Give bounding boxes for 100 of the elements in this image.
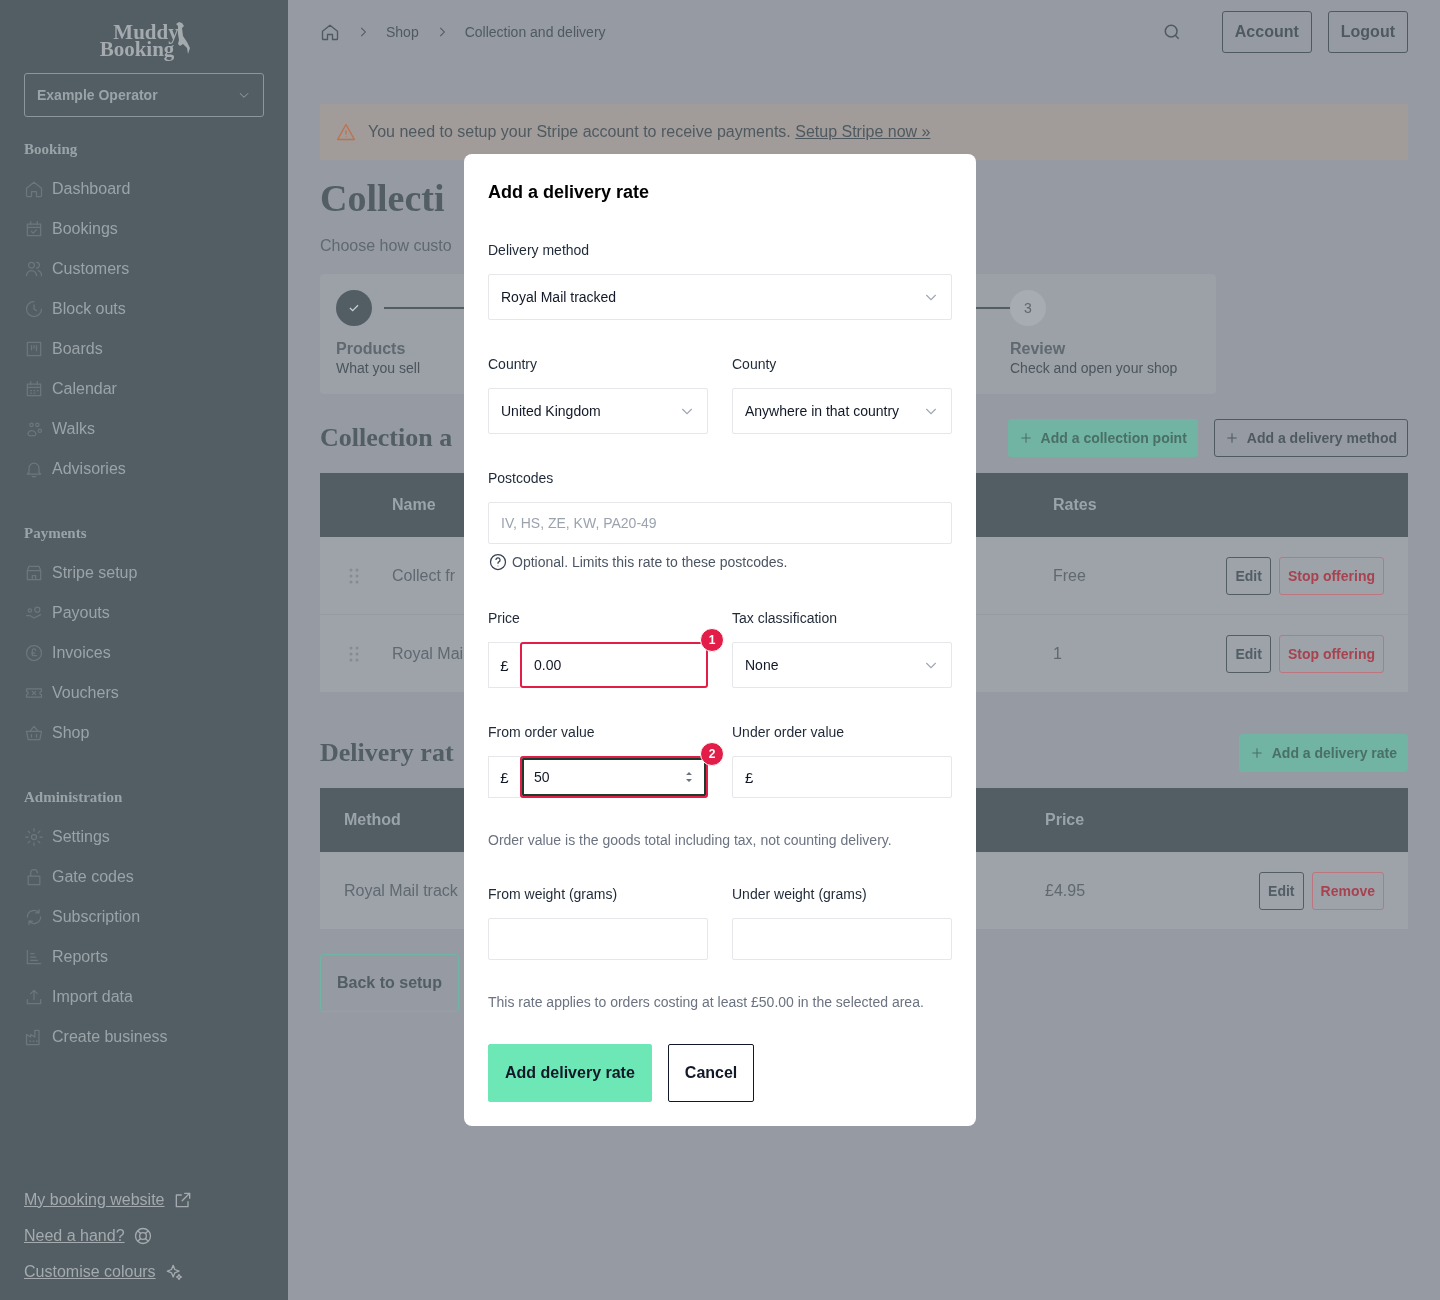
refresh-icon (24, 907, 44, 927)
sidebar-item[interactable]: Import data (24, 977, 264, 1017)
sidebar-item[interactable]: Bookings (24, 209, 264, 249)
sidebar-item[interactable]: Dashboard (24, 169, 264, 209)
dialog-button[interactable]: Cancel (667, 1044, 755, 1102)
sidebar-item[interactable]: Gate codes (24, 857, 264, 897)
column-header: Name (392, 496, 436, 514)
basket-icon (24, 723, 44, 743)
field-label: Under order value (732, 723, 846, 742)
dropdown-select[interactable]: United Kingdom (488, 388, 708, 434)
row-action-button[interactable]: Remove (1311, 871, 1384, 910)
column-header: Method (344, 811, 401, 829)
column-header: Price (1045, 811, 1085, 829)
field-label: Under weight (grams) (732, 885, 868, 904)
header-button[interactable]: Logout (1327, 11, 1408, 53)
table-cell: Free (1053, 566, 1086, 585)
upload-icon (24, 987, 44, 1007)
sidebar-item[interactable]: Create business (24, 1017, 264, 1057)
board-icon (24, 339, 44, 359)
sidebar-item[interactable]: Boards (24, 329, 264, 369)
hint-text: Optional. Limits this rate to these postcodes. (512, 553, 788, 572)
row-action-button[interactable]: Stop offering (1278, 556, 1384, 595)
table-cell: £4.95 (1045, 881, 1086, 900)
field-label: Country (488, 355, 539, 374)
footer-link[interactable]: My booking website (24, 1191, 165, 1209)
table-cell: Collect fr (392, 566, 456, 585)
calendar-icon (24, 219, 44, 239)
footer-link[interactable]: Customise colours (24, 1263, 156, 1281)
sidebar-item[interactable]: Advisories (24, 449, 264, 489)
dropdown-select[interactable]: Anywhere in that country (732, 388, 952, 434)
drag-handle-icon[interactable] (349, 645, 359, 662)
sidebar-item[interactable]: Payouts (24, 593, 264, 633)
delivery-method-select[interactable]: Royal Mail tracked (488, 274, 952, 320)
header-button[interactable]: Account (1221, 11, 1312, 53)
plus-icon (1249, 746, 1264, 760)
order-value-field[interactable]: £ (732, 756, 952, 798)
dialog-button[interactable]: Add delivery rate (488, 1044, 652, 1102)
clock-icon (24, 299, 44, 319)
help-text: Order value is the goods total including tax, not counting delivery. (488, 831, 893, 850)
postcodes-field[interactable]: IV, HS, ZE, KW, PA20-49 (488, 502, 952, 544)
row-action-button[interactable]: Edit (1226, 556, 1271, 595)
sidebar-item[interactable]: Block outs (24, 289, 264, 329)
calendar-icon (24, 379, 44, 399)
sidebar-item[interactable]: Settings (24, 817, 264, 857)
step-title: Products (336, 340, 406, 358)
plus-icon (1224, 431, 1239, 445)
sidebar-item[interactable]: Stripe setup (24, 553, 264, 593)
lifebuoy-icon (132, 1226, 153, 1246)
add-button[interactable]: Add a collection point (1007, 419, 1198, 457)
section-title: Collection a (320, 423, 453, 453)
marker-badge: 1 (700, 628, 724, 652)
sidebar-item[interactable]: Reports (24, 937, 264, 977)
settings-icon (24, 827, 44, 847)
add-button[interactable]: Add a delivery rate (1238, 734, 1408, 772)
field-label: From order value (488, 723, 596, 742)
step-subtitle: What you sell (336, 360, 421, 376)
breadcrumb-link[interactable]: Shop (386, 24, 419, 40)
marker-badge: 2 (700, 742, 724, 766)
setup-link[interactable]: Setup Stripe now » (795, 123, 931, 140)
store-icon (24, 563, 44, 583)
field-label: Postcodes (488, 469, 555, 488)
house-icon (24, 179, 44, 199)
sidebar-item[interactable]: Customers (24, 249, 264, 289)
back-button[interactable]: Back to setup (320, 954, 459, 1012)
sidebar-item[interactable]: Subscription (24, 897, 264, 937)
summary-text: This rate applies to orders costing at least £50.00 in the selected area. (488, 993, 925, 1012)
home-icon[interactable] (320, 22, 340, 42)
drag-handle-icon[interactable] (349, 567, 359, 584)
price-field[interactable]: 0.00 (520, 642, 708, 688)
spinner-icon[interactable] (684, 769, 694, 785)
row-action-button[interactable]: Stop offering (1278, 634, 1384, 673)
footer-link[interactable]: Need a hand? (24, 1227, 125, 1245)
help-icon (488, 552, 508, 572)
sidebar-item[interactable]: Vouchers (24, 673, 264, 713)
sidebar-item[interactable]: Invoices (24, 633, 264, 673)
operator-select[interactable]: Example Operator (24, 73, 264, 117)
row-action-button[interactable]: Edit (1259, 871, 1304, 910)
tax-select[interactable]: None (732, 642, 952, 688)
plus-icon (1018, 431, 1033, 445)
weight-field[interactable] (732, 918, 952, 960)
field-label: County (732, 355, 778, 374)
add-button[interactable]: Add a delivery method (1213, 419, 1408, 457)
sidebar-item[interactable]: Shop (24, 713, 264, 753)
table-cell: Royal Mail track (344, 881, 458, 900)
people-icon (24, 259, 44, 279)
row-action-button[interactable]: Edit (1226, 634, 1271, 673)
column-header: Rates (1053, 496, 1097, 514)
step-number: 3 (1010, 290, 1046, 326)
table-cell: Royal Mai (392, 644, 464, 663)
weight-field[interactable] (488, 918, 708, 960)
sidebar-item[interactable]: Walks (24, 409, 264, 449)
warning-icon (336, 122, 356, 142)
modal-title: Add a delivery rate (488, 181, 651, 204)
section-heading: Booking (24, 140, 79, 159)
order-value-field[interactable]: 50 (520, 756, 708, 798)
breadcrumb-link[interactable]: Collection and delivery (464, 24, 606, 40)
step-title: Review (1010, 340, 1066, 358)
pound-coin-icon (24, 643, 44, 663)
sidebar-item[interactable]: Calendar (24, 369, 264, 409)
step-subtitle: Check and open your shop (1010, 360, 1178, 376)
